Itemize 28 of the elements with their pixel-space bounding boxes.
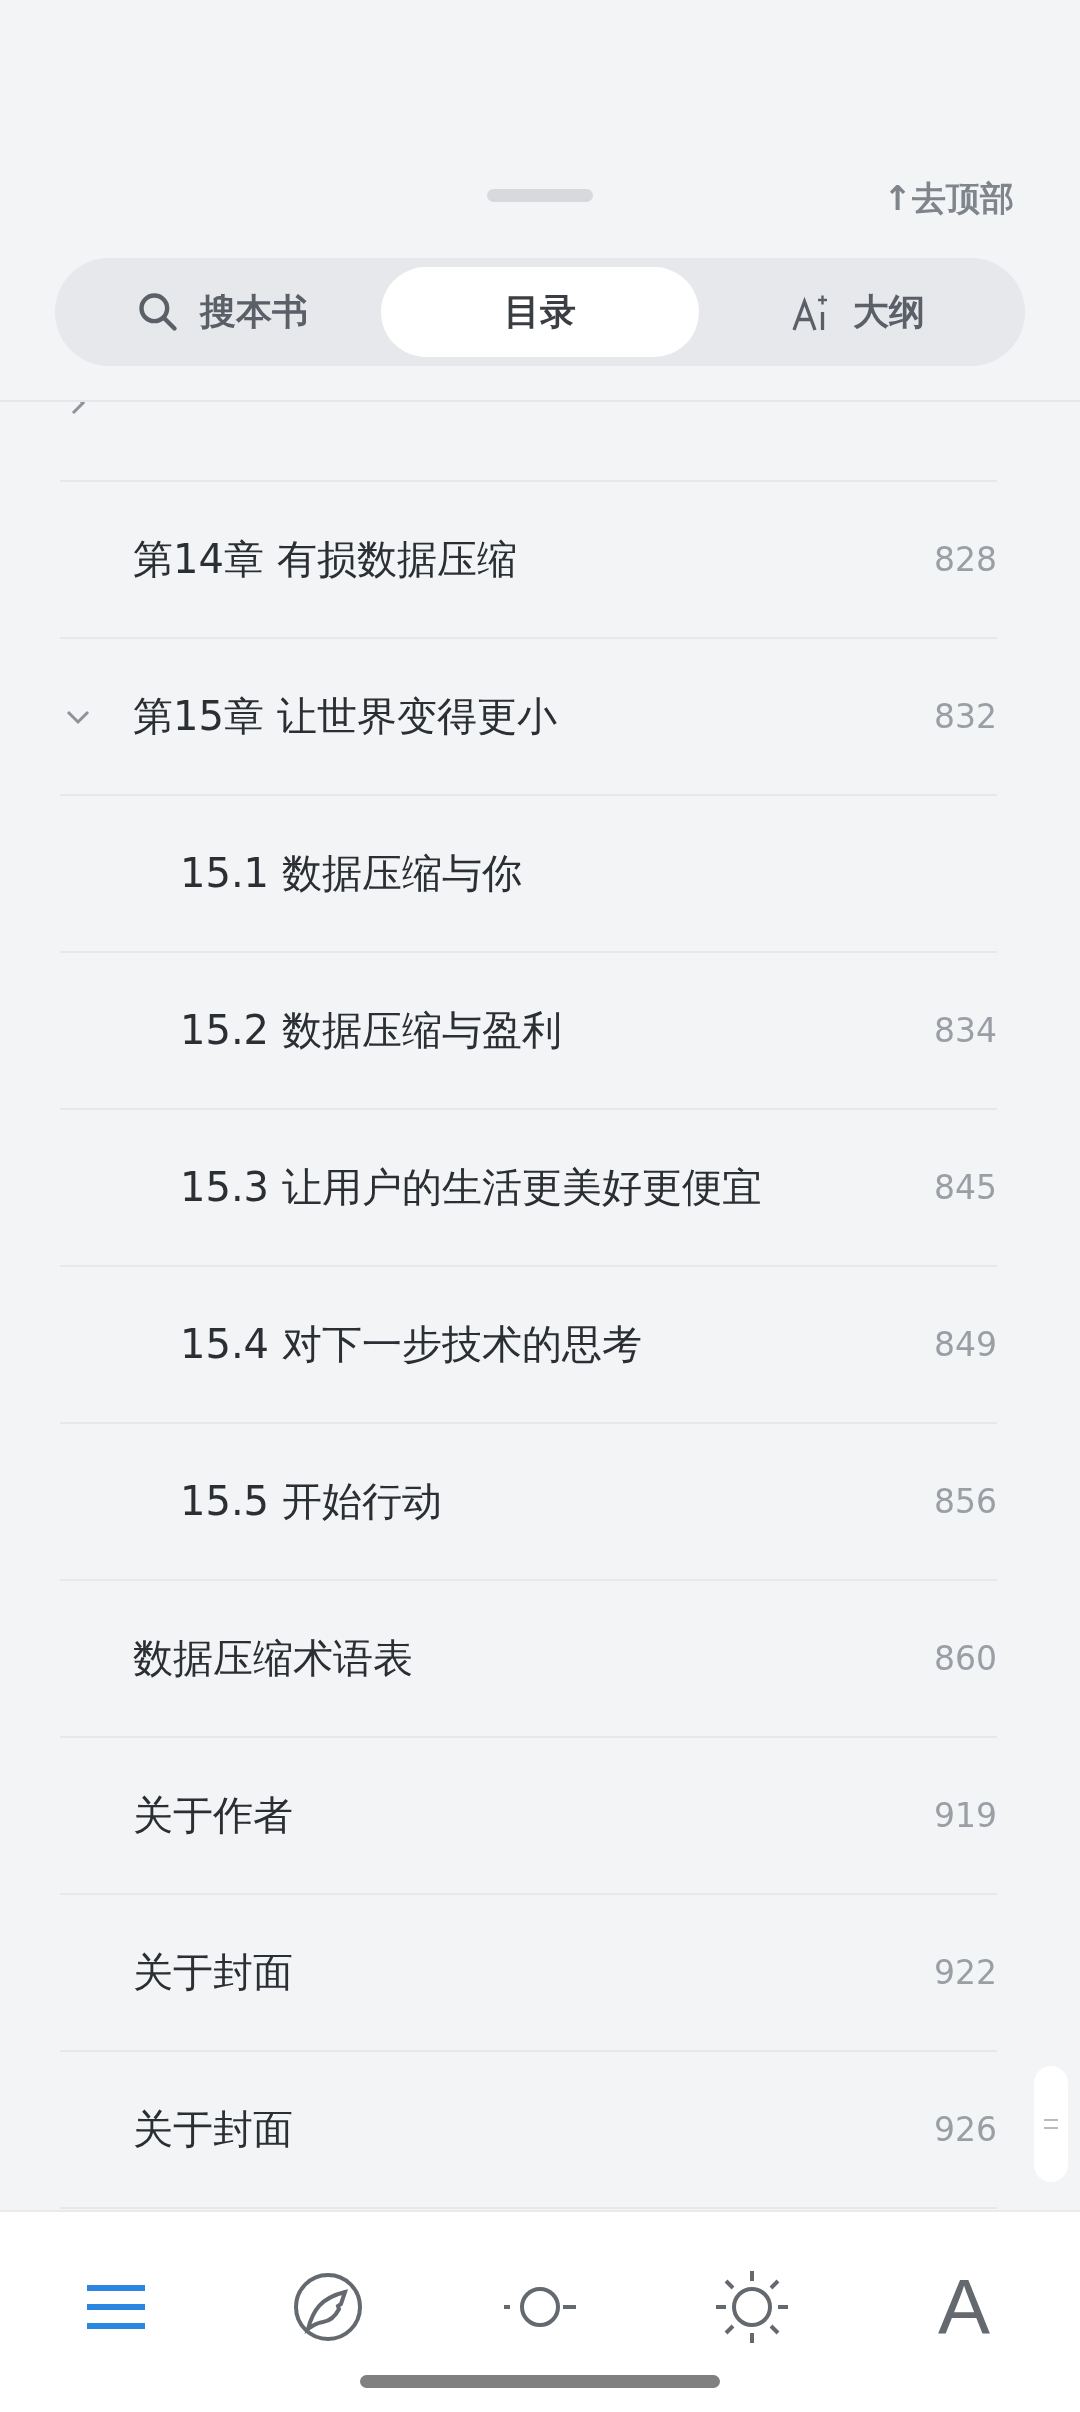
- toc-entry[interactable]: 第14章 有损数据压缩: [133, 532, 934, 587]
- toc-entry[interactable]: 15.1 数据压缩与你: [180, 846, 997, 901]
- tab[interactable]: 大纲: [699, 267, 1017, 357]
- page-number: 922: [934, 1953, 997, 1992]
- page-number: 919: [934, 1796, 997, 1835]
- page-number: 849: [934, 1325, 997, 1364]
- toc-entry[interactable]: 15.4 对下一步技术的思考: [180, 1317, 934, 1372]
- page-number: 828: [934, 540, 997, 579]
- toc-entry[interactable]: 关于作者: [133, 1788, 934, 1843]
- tab[interactable]: 搜本书: [63, 267, 381, 357]
- drag-handle[interactable]: [487, 189, 593, 202]
- toc-entry[interactable]: 第15章 让世界变得更小: [133, 689, 934, 744]
- toc-entry[interactable]: 关于封面: [133, 2102, 934, 2157]
- page-number: 860: [934, 1639, 997, 1678]
- page-number: 832: [934, 697, 997, 736]
- toc-entry[interactable]: 数据压缩术语表: [133, 1631, 934, 1686]
- tab[interactable]: 目录: [381, 267, 699, 357]
- page-number: 856: [934, 1482, 997, 1521]
- toc-entry[interactable]: 15.5 开始行动: [180, 1474, 934, 1529]
- page-number: 926: [934, 2110, 997, 2149]
- font-button[interactable]: A: [909, 2252, 1019, 2362]
- page-number: 845: [934, 1168, 997, 1207]
- page-number: 834: [934, 1011, 997, 1050]
- toc-entry[interactable]: 关于封面: [133, 1945, 934, 2000]
- search-icon: [136, 290, 180, 334]
- toc-entry[interactable]: 15.3 让用户的生活更美好更便宜: [180, 1160, 934, 1215]
- scroll-handle[interactable]: [1034, 2066, 1068, 2182]
- toc-entry[interactable]: 15.2 数据压缩与盈利: [180, 1003, 934, 1058]
